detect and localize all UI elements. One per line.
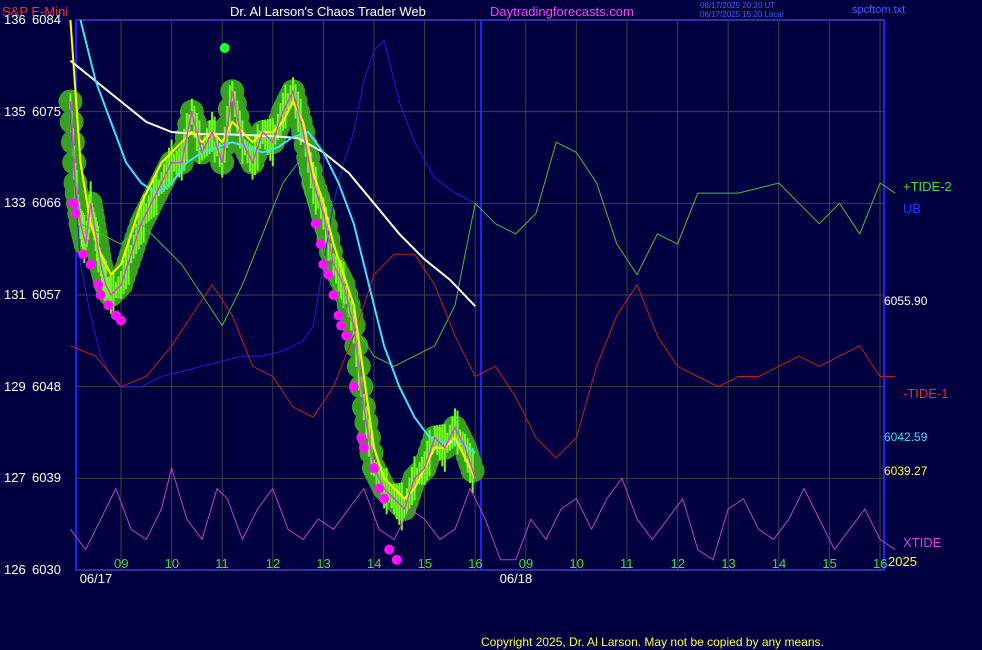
chart-title: Dr. Al Larson's Chaos Trader Web	[230, 4, 426, 19]
turn-dot	[95, 290, 106, 300]
turn-dot	[67, 198, 78, 209]
turn-dot	[369, 463, 379, 474]
x-tick-label: 14	[771, 556, 787, 571]
turn-dot	[348, 381, 359, 392]
tide-plus-label: +TIDE-2	[903, 179, 952, 194]
tide-plus-line	[80, 141, 896, 367]
tide-minus-label: -TIDE-1	[903, 386, 949, 401]
x-tick-label: 14	[367, 556, 382, 571]
turn-dot	[323, 269, 334, 280]
y-tick-price: 6066	[32, 195, 61, 211]
x-tick-label: 09	[518, 556, 534, 571]
y-tick-price: 6084	[32, 12, 61, 27]
file-name: spcftom.txt	[852, 4, 906, 16]
utc-time: 06/17/2025 20:20 UT	[700, 1, 776, 10]
x-tick-label: 13	[721, 556, 736, 571]
xtide-label: XTIDE	[903, 535, 942, 550]
local-time: 06/17/2025 15:20 Local	[700, 10, 784, 19]
tide-minus-line	[70, 253, 896, 459]
turn-dot	[85, 259, 96, 270]
x-tick-label: 16	[873, 556, 888, 571]
turn-dot	[333, 310, 344, 321]
white-value-label: 6055.90	[884, 294, 928, 308]
turn-dot	[374, 483, 385, 494]
y-tick-price: 6039	[32, 470, 61, 486]
x-tick-label: 16	[468, 556, 483, 571]
x-tick-label: 10	[164, 556, 180, 571]
x-tick-label: 09	[114, 556, 129, 571]
x-date-label: 06/18	[499, 571, 533, 586]
x-tick-label: 11	[215, 556, 229, 571]
x-tick-label: 12	[265, 556, 281, 571]
y-tick-primary: 135	[4, 103, 26, 119]
x-tick-label: 13	[316, 556, 331, 571]
turn-dot	[384, 544, 395, 555]
x-tick-label: 15	[822, 556, 837, 571]
turn-dot	[341, 330, 352, 341]
y-tick-primary: 129	[4, 378, 26, 394]
ub-label: UB	[903, 201, 922, 216]
yellow-value-label: 6039.27	[884, 464, 928, 478]
y-tick-price: 6030	[32, 562, 61, 577]
y-tick-price: 6057	[32, 287, 61, 302]
turn-dot	[318, 259, 329, 270]
turn-dot	[315, 239, 326, 250]
x-tick-label: 15	[417, 556, 433, 571]
turn-dot	[336, 320, 347, 331]
turn-dot	[103, 300, 114, 311]
y-tick-price: 6075	[32, 103, 61, 119]
turn-dot	[70, 208, 81, 219]
xtide-line	[69, 466, 896, 561]
turn-dot	[391, 554, 402, 565]
turn-dot	[356, 432, 367, 443]
year-label: 2025	[888, 554, 917, 569]
turn-dot	[379, 493, 390, 504]
x-tick-label: 10	[569, 556, 584, 571]
site-link[interactable]: Daytradingforecasts.com	[490, 4, 634, 19]
turn-dot	[78, 249, 89, 260]
chart-canvas	[58, 19, 896, 571]
turn-dot	[310, 218, 321, 229]
high-dot	[219, 43, 230, 53]
y-tick-primary: 133	[4, 195, 26, 211]
turn-dot	[358, 442, 369, 453]
y-tick-primary: 131	[4, 287, 26, 302]
x-date-label: 06/17	[79, 571, 113, 586]
turn-dot	[93, 279, 104, 290]
y-tick-primary: 127	[4, 470, 26, 486]
turn-dot	[328, 290, 339, 300]
x-tick-label: 11	[620, 556, 634, 571]
x-tick-label: 12	[670, 556, 686, 571]
copyright: Copyright 2025, Dr. Al Larson. May not b…	[481, 635, 824, 649]
y-tick-primary: 126	[4, 562, 26, 577]
turn-dot	[116, 315, 126, 326]
y-tick-primary: 136	[4, 12, 26, 27]
y-tick-price: 6048	[32, 378, 61, 394]
cyan-value-label: 6042.59	[884, 430, 928, 444]
